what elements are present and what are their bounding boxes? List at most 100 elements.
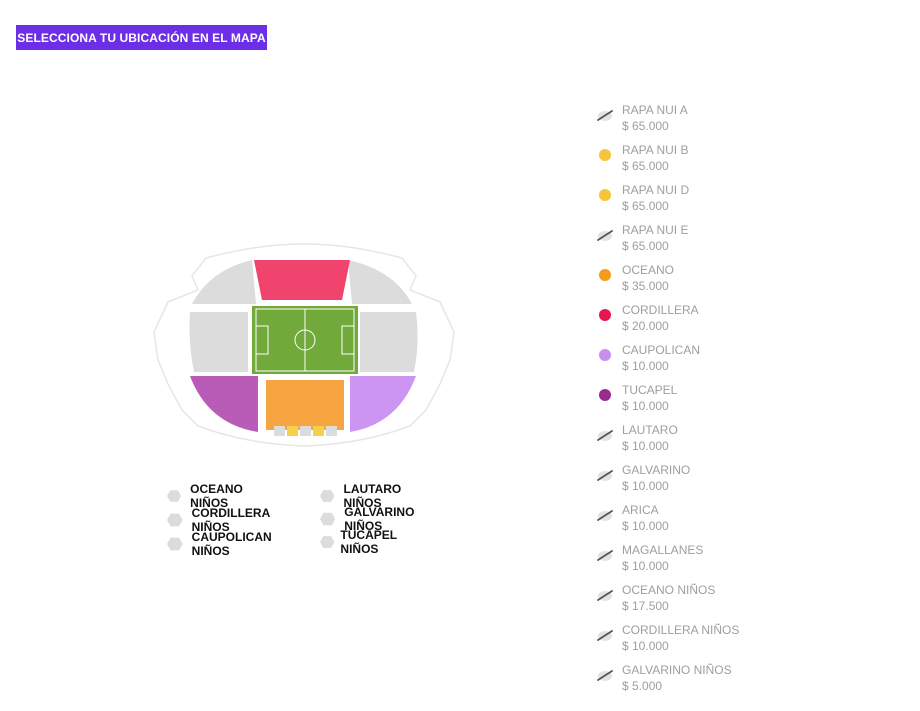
sector-oceano[interactable] (266, 380, 344, 430)
hexagon-icon (167, 537, 183, 551)
sector-left[interactable] (189, 312, 249, 372)
sold-out-glyph (597, 110, 613, 121)
price-item[interactable]: RAPA NUI B $ 65.000 (596, 143, 796, 181)
dot-icon (596, 306, 614, 324)
price-item[interactable]: CAUPOLICAN $ 10.000 (596, 343, 796, 381)
rapa-nui-boxes (274, 426, 337, 436)
price-item[interactable]: GALVARINO $ 10.000 (596, 463, 796, 501)
sold-out-glyph (597, 230, 613, 241)
price-item-price: $ 10.000 (622, 399, 669, 413)
price-item-name: CORDILLERA (622, 303, 699, 317)
sold-out-glyph (597, 430, 613, 441)
stadium-map (148, 240, 460, 450)
color-dot (599, 349, 611, 361)
dot-icon (596, 146, 614, 164)
hexagon-icon (167, 490, 182, 502)
price-item[interactable]: RAPA NUI E $ 65.000 (596, 223, 796, 261)
sector-cordillera[interactable] (254, 260, 350, 300)
sold-out-icon (596, 666, 614, 684)
price-item-price: $ 20.000 (622, 319, 669, 333)
color-dot (599, 149, 611, 161)
sold-out-glyph (597, 670, 613, 681)
sector-rapa-nui-d[interactable] (313, 426, 324, 436)
sold-out-icon (596, 626, 614, 644)
price-item[interactable]: OCEANO NIÑOS $ 17.500 (596, 583, 796, 621)
price-item-price: $ 65.000 (622, 119, 669, 133)
price-item[interactable]: RAPA NUI D $ 65.000 (596, 183, 796, 221)
price-item[interactable]: MAGALLANES $ 10.000 (596, 543, 796, 581)
price-item-name: GALVARINO (622, 463, 691, 477)
price-item-price: $ 10.000 (622, 479, 669, 493)
price-item[interactable]: RAPA NUI A $ 65.000 (596, 103, 796, 141)
price-item-name: TUCAPEL (622, 383, 678, 397)
stadium-map-svg (153, 243, 455, 447)
color-dot (599, 309, 611, 321)
dot-icon (596, 186, 614, 204)
price-item-price: $ 17.500 (622, 599, 669, 613)
price-item-name: RAPA NUI E (622, 223, 689, 237)
football-field (252, 306, 358, 374)
dot-icon (596, 386, 614, 404)
price-item-name: LAUTARO (622, 423, 678, 437)
hexagon-icon (320, 490, 335, 502)
price-item-price: $ 10.000 (622, 519, 669, 533)
price-item-name: RAPA NUI B (622, 143, 689, 157)
price-item-price: $ 35.000 (622, 279, 669, 293)
sector-right[interactable] (360, 312, 418, 372)
price-item-price: $ 65.000 (622, 159, 669, 173)
price-item[interactable]: OCEANO $ 35.000 (596, 263, 796, 301)
price-item-name: OCEANO (622, 263, 675, 277)
price-item[interactable]: CORDILLERA NIÑOS $ 10.000 (596, 623, 796, 661)
price-item-name: MAGALLANES (622, 543, 704, 557)
sold-out-icon (596, 426, 614, 444)
color-dot (599, 269, 611, 281)
sector-rapa-nui-e[interactable] (326, 426, 337, 436)
kids-item-tucapel-ninos[interactable]: TUCAPEL NIÑOS (320, 528, 404, 556)
price-item-name: RAPA NUI A (622, 103, 688, 117)
kids-item-label: CAUPOLICAN NIÑOS (191, 530, 272, 558)
sold-out-icon (596, 466, 614, 484)
sold-out-icon (596, 586, 614, 604)
sector-rapa-nui-b[interactable] (287, 426, 298, 436)
sector-rapa-nui-c[interactable] (300, 426, 311, 436)
color-dot (599, 189, 611, 201)
price-item[interactable]: GALVARINO NIÑOS $ 5.000 (596, 663, 796, 701)
hexagon-icon (167, 513, 183, 527)
price-item[interactable]: LAUTARO $ 10.000 (596, 423, 796, 461)
price-item-name: CAUPOLICAN (622, 343, 701, 357)
sold-out-glyph (597, 590, 613, 601)
hexagon-icon (320, 536, 335, 548)
sold-out-icon (596, 106, 614, 124)
price-item[interactable]: ARICA $ 10.000 (596, 503, 796, 541)
sold-out-glyph (597, 510, 613, 521)
price-item-price: $ 5.000 (622, 679, 663, 693)
sold-out-glyph (597, 470, 613, 481)
price-item-price: $ 10.000 (622, 559, 669, 573)
select-location-button[interactable]: SELECCIONA TU UBICACIÓN EN EL MAPA (16, 25, 267, 50)
dot-icon (596, 266, 614, 284)
price-item-name: ARICA (622, 503, 659, 517)
price-item-name: RAPA NUI D (622, 183, 690, 197)
price-item-name: CORDILLERA NIÑOS (622, 623, 740, 637)
sector-rapa-nui-a[interactable] (274, 426, 285, 436)
dot-icon (596, 346, 614, 364)
hexagon-icon (320, 512, 336, 526)
price-item-price: $ 10.000 (622, 639, 669, 653)
price-item-price: $ 10.000 (622, 439, 669, 453)
sold-out-icon (596, 226, 614, 244)
color-dot (599, 389, 611, 401)
price-item[interactable]: TUCAPEL $ 10.000 (596, 383, 796, 421)
kids-item-caupolican-ninos[interactable]: CAUPOLICAN NIÑOS (167, 530, 278, 558)
price-item-price: $ 65.000 (622, 199, 669, 213)
sold-out-icon (596, 546, 614, 564)
price-item-name: OCEANO NIÑOS (622, 583, 716, 597)
sold-out-glyph (597, 550, 613, 561)
price-item-price: $ 10.000 (622, 359, 669, 373)
price-item[interactable]: CORDILLERA $ 20.000 (596, 303, 796, 341)
price-item-price: $ 65.000 (622, 239, 669, 253)
kids-item-label: TUCAPEL NIÑOS (340, 528, 397, 556)
sold-out-icon (596, 506, 614, 524)
select-location-label: SELECCIONA TU UBICACIÓN EN EL MAPA (17, 30, 266, 45)
price-item-name: GALVARINO NIÑOS (622, 663, 732, 677)
sold-out-glyph (597, 630, 613, 641)
